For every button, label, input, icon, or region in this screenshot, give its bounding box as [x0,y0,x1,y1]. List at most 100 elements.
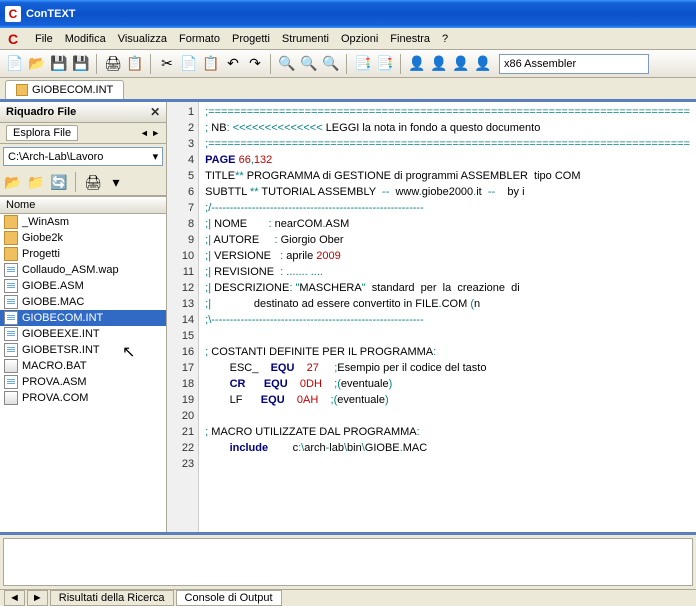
print-icon[interactable]: 🖨 [83,172,103,192]
line-number: 1 [167,104,194,120]
code-line[interactable]: ;| DESCRIZIONE: "MASCHERA" standard per … [205,280,690,296]
explore-file-tab[interactable]: Esplora File [6,125,78,141]
user-tool-1-icon[interactable]: 👤 [407,54,427,74]
user-tool-3-icon[interactable]: 👤 [451,54,471,74]
menu-file[interactable]: File [29,31,59,47]
copy-icon[interactable]: 📄 [179,54,199,74]
prog-icon [4,359,18,373]
code-line[interactable]: ;| VERSIONE : aprile 2009 [205,248,690,264]
more-icon[interactable]: ▾ [106,172,126,192]
line-number: 18 [167,376,194,392]
save-icon[interactable]: 💾 [49,54,69,74]
tab-nav-next[interactable]: ► [27,590,48,606]
file-item-label: _WinAsm [22,216,69,228]
code-line[interactable] [205,408,690,424]
code-line[interactable]: TITLE** PROGRAMMA di GESTIONE di program… [205,168,690,184]
file-item[interactable]: Giobe2k [0,230,166,246]
code-editor[interactable]: 1234567891011121314151617181920212223 ;=… [167,102,696,532]
file-icon [4,263,18,277]
menu-formato[interactable]: Formato [173,31,226,47]
line-number: 19 [167,392,194,408]
code-line[interactable]: ;=======================================… [205,136,690,152]
code-line[interactable]: ;=======================================… [205,104,690,120]
output-console-tab[interactable]: Console di Output [176,590,282,606]
line-number-gutter: 1234567891011121314151617181920212223 [167,102,199,532]
code-line[interactable]: ;| NOME : nearCOM.ASM [205,216,690,232]
code-line[interactable]: PAGE 66,132 [205,152,690,168]
path-box[interactable]: C:\Arch-Lab\Lavoro ▾ [3,147,163,166]
menu-help[interactable]: ? [436,31,454,47]
find-icon[interactable]: 🔍 [277,54,297,74]
file-item[interactable]: _WinAsm [0,214,166,230]
undo-icon[interactable]: ↶ [223,54,243,74]
file-item[interactable]: GIOBECOM.INT [0,310,166,326]
file-list[interactable]: _WinAsmGiobe2kProgettiCollaudo_ASM.wapGI… [0,214,166,532]
print-preview-icon[interactable]: 📋 [125,54,145,74]
highlighter-combo[interactable] [499,54,649,74]
code-line[interactable]: ;| REVISIONE : ....... .... [205,264,690,280]
line-number: 6 [167,184,194,200]
code-line[interactable]: SUBTTL ** TUTORIAL ASSEMBLY -- www.giobe… [205,184,690,200]
menu-progetti[interactable]: Progetti [226,31,276,47]
file-item[interactable]: GIOBETSR.INT [0,342,166,358]
code-line[interactable]: include c:\arch-lab\bin\GIOBE.MAC [205,440,690,456]
code-line[interactable]: CR EQU 0DH ;(eventuale) [205,376,690,392]
file-item[interactable]: GIOBEEXE.INT [0,326,166,342]
find-replace-icon[interactable]: 🔍 [299,54,319,74]
code-line[interactable]: ;\--------------------------------------… [205,312,690,328]
filelist-column-header[interactable]: Nome [0,196,166,214]
file-item-label: GIOBECOM.INT [22,312,103,324]
dropdown-icon[interactable]: ▾ [153,150,159,163]
main-toolbar: 📄 📂 💾 💾 🖨 📋 ✂ 📄 📋 ↶ ↷ 🔍 🔍 🔍 📑 📑 👤 👤 👤 👤 [0,50,696,78]
user-tool-4-icon[interactable]: 👤 [473,54,493,74]
folder-icon [4,231,18,245]
refresh-icon[interactable]: 🔄 [49,172,69,192]
search-results-tab[interactable]: Risultati della Ricerca [50,590,174,606]
fav-folder-icon[interactable]: 📁 [26,172,46,192]
open-folder-icon[interactable]: 📂 [27,54,47,74]
code-line[interactable]: ;| AUTORE : Giorgio Ober [205,232,690,248]
file-item[interactable]: PROVA.COM [0,390,166,406]
file-item[interactable]: Collaudo_ASM.wap [0,262,166,278]
folder-icon [4,215,18,229]
code-line[interactable]: ; MACRO UTILIZZATE DAL PROGRAMMA: [205,424,690,440]
file-item[interactable]: GIOBE.ASM [0,278,166,294]
paste-icon[interactable]: 📋 [201,54,221,74]
menu-finestra[interactable]: Finestra [384,31,436,47]
code-area[interactable]: ;=======================================… [199,102,696,532]
up-folder-icon[interactable]: 📂 [3,172,23,192]
find-in-files-icon[interactable]: 🔍 [321,54,341,74]
document-tab[interactable]: GIOBECOM.INT [5,80,124,99]
redo-icon[interactable]: ↷ [245,54,265,74]
code-line[interactable] [205,456,690,472]
menu-visualizza[interactable]: Visualizza [112,31,173,47]
current-path: C:\Arch-Lab\Lavoro [8,151,103,163]
code-line[interactable]: ; NB: <<<<<<<<<<<<<< LEGGI la nota in fo… [205,120,690,136]
code-line[interactable]: ;| destinato ad essere convertito in FIL… [205,296,690,312]
code-line[interactable]: LF EQU 0AH ;(eventuale) [205,392,690,408]
code-line[interactable]: ;/--------------------------------------… [205,200,690,216]
print-icon[interactable]: 🖨 [103,54,123,74]
panel-close-icon[interactable]: ✕ [150,105,160,119]
file-item[interactable]: PROVA.ASM [0,374,166,390]
file-item[interactable]: MACRO.BAT [0,358,166,374]
user-tool-2-icon[interactable]: 👤 [429,54,449,74]
output-panel[interactable] [3,538,693,586]
app-menu-icon[interactable]: C [5,31,21,47]
code-line[interactable] [205,328,690,344]
menu-opzioni[interactable]: Opzioni [335,31,384,47]
menu-modifica[interactable]: Modifica [59,31,112,47]
tab-nav-prev[interactable]: ◄ [4,590,25,606]
cut-icon[interactable]: ✂ [157,54,177,74]
bookmark-icon[interactable]: 📑 [353,54,373,74]
code-line[interactable]: ; COSTANTI DEFINITE PER IL PROGRAMMA: [205,344,690,360]
bookmark-next-icon[interactable]: 📑 [375,54,395,74]
menu-strumenti[interactable]: Strumenti [276,31,335,47]
code-line[interactable]: ESC_ EQU 27 ;Esempio per il codice del t… [205,360,690,376]
save-all-icon[interactable]: 💾 [71,54,91,74]
new-file-icon[interactable]: 📄 [5,54,25,74]
separator [400,54,402,74]
file-item[interactable]: Progetti [0,246,166,262]
tab-nav-arrows[interactable]: ◄ ► [140,128,160,138]
file-item[interactable]: GIOBE.MAC [0,294,166,310]
